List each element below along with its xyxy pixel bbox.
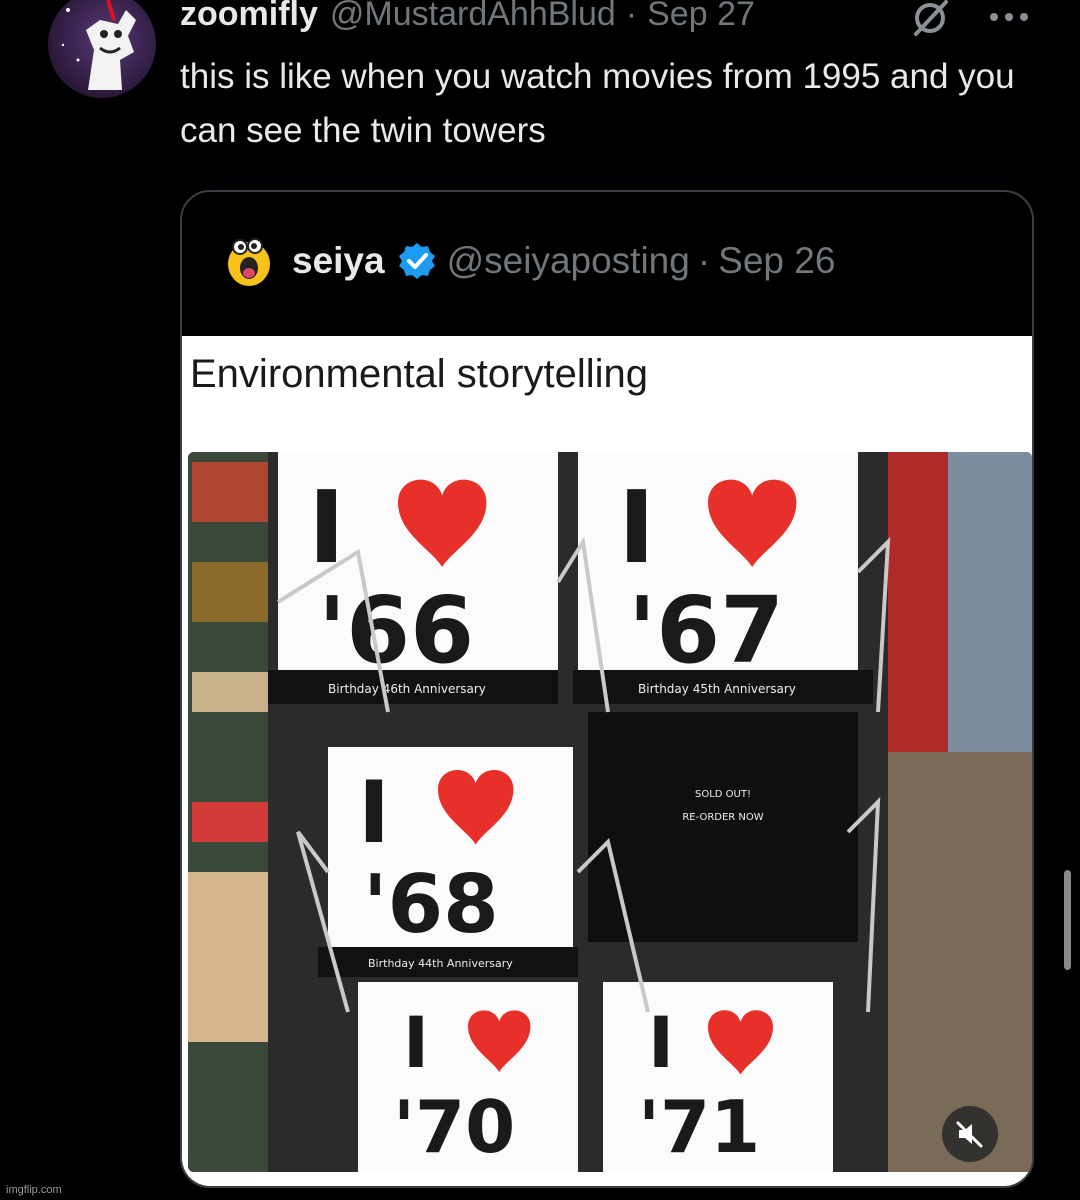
author-display-name[interactable]: zoomifly xyxy=(180,0,318,34)
svg-text:'67: '67 xyxy=(628,577,784,684)
tweet-date[interactable]: Sep 27 xyxy=(647,0,755,34)
quoted-tweet-header: seiya @seiyaposting · Sep 26 xyxy=(222,236,835,286)
media-caption: Environmental storytelling xyxy=(190,352,648,396)
svg-text:'71: '71 xyxy=(638,1085,760,1169)
verified-badge-icon xyxy=(398,243,435,279)
card-70: I '70 xyxy=(358,982,578,1172)
tweet-text: this is like when you watch movies from … xyxy=(180,57,1015,150)
scrollbar-thumb[interactable] xyxy=(1064,870,1071,970)
sold-out-slot: SOLD OUT! RE-ORDER NOW xyxy=(588,712,858,942)
svg-text:I: I xyxy=(618,469,655,586)
quoted-tweet-card[interactable]: seiya @seiyaposting · Sep 26 Environment… xyxy=(180,190,1034,1188)
svg-text:Birthday 46th Anniversary: Birthday 46th Anniversary xyxy=(328,682,486,696)
quoted-author-display-name[interactable]: seiya xyxy=(292,240,385,282)
header-separator: · xyxy=(625,0,638,33)
svg-text:Birthday 44th Anniversary: Birthday 44th Anniversary xyxy=(368,957,513,970)
card-68: I '68 Birthday 44th Anniversary xyxy=(318,747,578,977)
quoted-author-avatar[interactable] xyxy=(222,234,276,288)
svg-text:RE-ORDER NOW: RE-ORDER NOW xyxy=(682,812,763,823)
quoted-header-separator: · xyxy=(697,240,711,281)
card-67: I '67 Birthday 45th Anniversary xyxy=(573,452,873,704)
card-rack-photo: I '66 Birthday 46th Anniversary I '67 Bi… xyxy=(188,452,1032,1172)
svg-text:I: I xyxy=(648,1002,674,1084)
card-71: I '71 xyxy=(603,982,833,1172)
svg-text:Birthday 45th Anniversary: Birthday 45th Anniversary xyxy=(638,682,796,696)
svg-text:SOLD OUT!: SOLD OUT! xyxy=(695,789,751,800)
mute-icon xyxy=(956,1121,983,1148)
quoted-media[interactable]: Environmental storytelling I '66 Birthda… xyxy=(182,336,1032,1186)
card-66: I '66 Birthday 46th Anniversary xyxy=(268,452,558,704)
svg-text:'66: '66 xyxy=(318,577,474,684)
svg-text:'70: '70 xyxy=(393,1085,515,1169)
tweet-header: zoomifly @MustardAhhBlud · Sep 27 xyxy=(180,0,755,34)
imgflip-watermark: imgflip.com xyxy=(6,1184,62,1196)
author-avatar[interactable] xyxy=(48,0,156,98)
svg-text:I: I xyxy=(358,763,390,863)
mute-button[interactable] xyxy=(942,1106,998,1162)
svg-text:'68: '68 xyxy=(363,858,499,951)
more-icon[interactable] xyxy=(986,2,1032,32)
svg-text:I: I xyxy=(403,1002,429,1084)
quoted-tweet-date[interactable]: Sep 26 xyxy=(718,240,835,282)
svg-text:I: I xyxy=(308,469,345,586)
media-photo[interactable]: I '66 Birthday 46th Anniversary I '67 Bi… xyxy=(188,452,1032,1172)
grok-icon[interactable] xyxy=(908,0,952,40)
quoted-author-handle[interactable]: @seiyaposting xyxy=(447,240,690,282)
author-handle[interactable]: @MustardAhhBlud xyxy=(330,0,616,34)
